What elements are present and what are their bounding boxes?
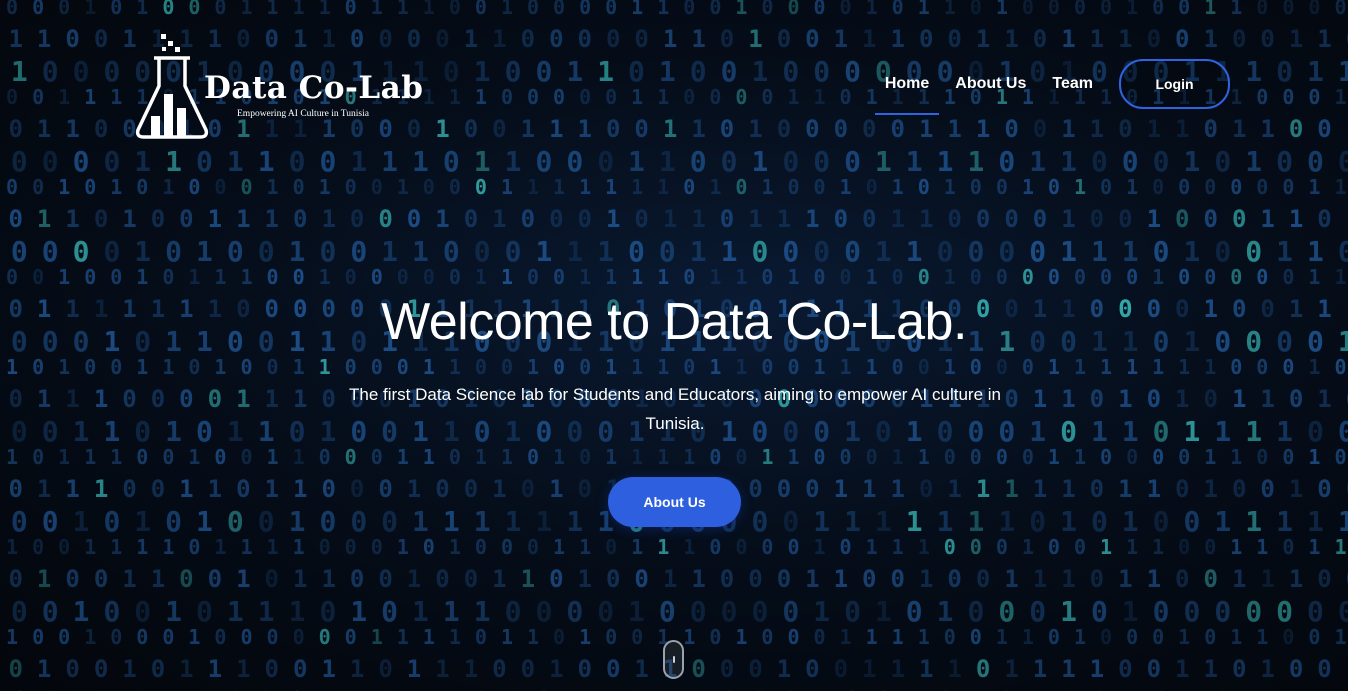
nav-item-team[interactable]: Team [1052, 75, 1093, 93]
site-logo[interactable]: Data Co-Lab Empowering AI Culture in Tun… [134, 32, 424, 140]
hero-subtitle: The first Data Science lab for Students … [348, 385, 1001, 433]
nav-item-about-us[interactable]: About Us [955, 75, 1026, 93]
login-button[interactable]: Login [1119, 59, 1230, 109]
hero-title: Welcome to Data Co-Lab. [381, 293, 967, 351]
about-us-button[interactable]: About Us [608, 477, 741, 527]
mouse-scroll-icon[interactable] [663, 640, 684, 679]
hero-section: 0000101000111101110010000110010000101101… [0, 0, 1348, 691]
brand-name: Data Co-Lab [204, 70, 424, 106]
nav-item-home[interactable]: Home [874, 75, 940, 115]
scroll-wheel [673, 656, 675, 663]
main-nav: Home About Us Team Login [874, 59, 1230, 115]
brand-tagline: Empowering AI Culture in Tunisia [237, 109, 369, 119]
flask-bar-chart-icon [135, 34, 209, 139]
